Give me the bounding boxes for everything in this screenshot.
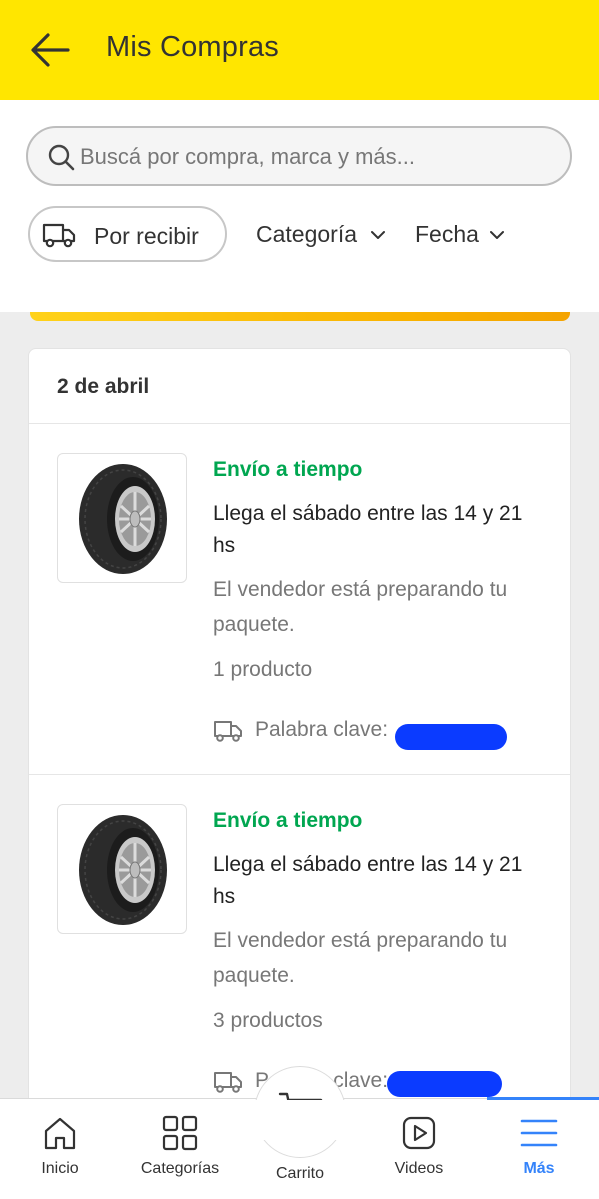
tab-label: Carrito bbox=[275, 1165, 324, 1182]
chevron-down-icon bbox=[371, 231, 385, 239]
tab-mas[interactable]: Más bbox=[484, 1099, 594, 1199]
search-bar[interactable] bbox=[26, 126, 572, 186]
filter-chip-label: Por recibir bbox=[94, 223, 199, 249]
page-title: Mis Compras bbox=[106, 31, 279, 63]
filters-panel: Por recibir Categoría Fecha bbox=[0, 100, 599, 312]
product-count: 3 productos bbox=[213, 1009, 323, 1032]
tab-label: Más bbox=[523, 1160, 555, 1177]
filter-chip-por-recibir[interactable]: Por recibir bbox=[28, 206, 227, 262]
tab-videos[interactable]: Videos bbox=[364, 1099, 474, 1199]
shipping-status: Envío a tiempo bbox=[213, 458, 363, 481]
order-item[interactable]: Envío a tiempo Llega el sábado entre las… bbox=[29, 424, 570, 776]
tab-label: Inicio bbox=[41, 1160, 79, 1177]
cart-mask bbox=[240, 1100, 360, 1140]
orders-card: 2 de abril Envío a tiempo Llega el sábad… bbox=[28, 348, 571, 1148]
redacted-keyword bbox=[387, 1071, 502, 1097]
truck-icon bbox=[214, 721, 242, 742]
order-message: El vendedor está preparando tu paquete. bbox=[213, 929, 508, 987]
tire-image bbox=[79, 464, 167, 574]
bottom-tab-bar: Inicio Categorías Carrito Videos Más bbox=[0, 1066, 599, 1199]
menu-icon bbox=[520, 1119, 558, 1147]
tab-inicio[interactable]: Inicio bbox=[5, 1099, 115, 1199]
shipping-status: Envío a tiempo bbox=[213, 809, 363, 832]
category-dropdown[interactable]: Categoría bbox=[256, 221, 357, 248]
tab-label: Videos bbox=[394, 1160, 444, 1177]
product-thumbnail bbox=[57, 804, 187, 934]
product-thumbnail bbox=[57, 453, 187, 583]
tire-image bbox=[79, 815, 167, 925]
chevron-down-icon bbox=[490, 231, 504, 239]
truck-icon bbox=[42, 223, 76, 248]
app-header: Mis Compras bbox=[0, 0, 599, 100]
search-input[interactable] bbox=[80, 142, 550, 172]
truck-icon bbox=[214, 1072, 242, 1093]
group-date: 2 de abril bbox=[57, 375, 150, 398]
tab-categorias[interactable]: Categorías bbox=[125, 1099, 235, 1199]
play-icon bbox=[402, 1116, 436, 1150]
grid-icon bbox=[162, 1115, 198, 1151]
delivery-eta: Llega el sábado entre las 14 y 21 hs bbox=[213, 853, 523, 908]
order-message: El vendedor está preparando tu paquete. bbox=[213, 578, 508, 636]
search-icon bbox=[48, 144, 75, 171]
delivery-eta: Llega el sábado entre las 14 y 21 hs bbox=[213, 502, 523, 557]
promo-banner-edge[interactable] bbox=[30, 312, 570, 321]
back-arrow-icon[interactable] bbox=[28, 30, 72, 70]
keyword-label: Palabra clave: bbox=[255, 718, 389, 741]
product-count: 1 producto bbox=[213, 658, 313, 681]
home-icon bbox=[44, 1117, 76, 1150]
date-dropdown[interactable]: Fecha bbox=[415, 221, 479, 248]
redacted-keyword bbox=[395, 724, 507, 750]
tab-label: Categorías bbox=[140, 1160, 220, 1177]
